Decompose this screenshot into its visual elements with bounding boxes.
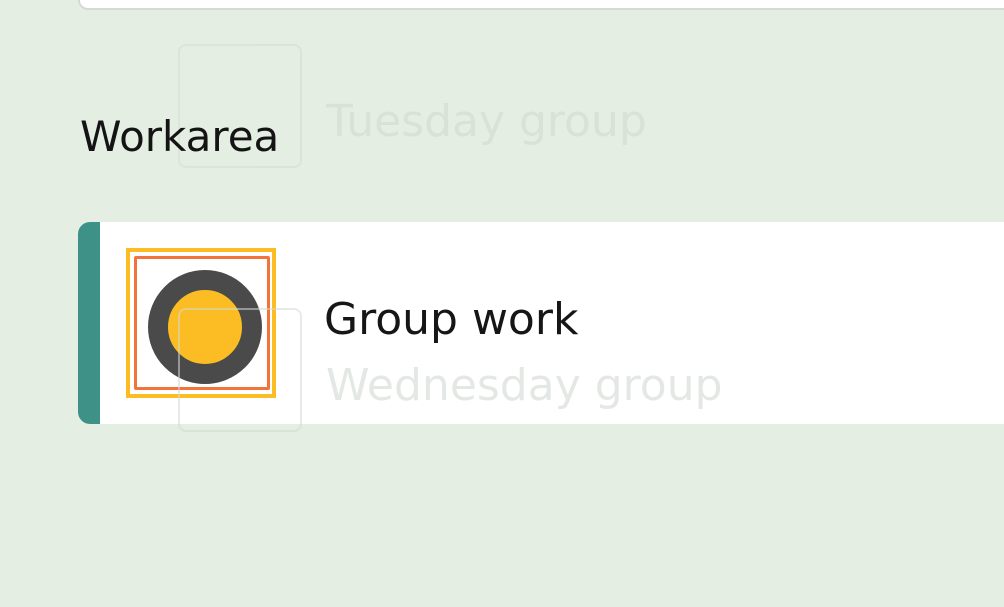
drag-ghost-wednesday-group: Wednesday group — [178, 308, 878, 434]
ghost-checkbox — [178, 308, 302, 432]
ghost-label: Tuesday group — [326, 96, 647, 147]
section-title: Workarea — [80, 112, 280, 161]
drag-ghost-tuesday-group: Tuesday group — [178, 44, 878, 170]
ghost-label: Wednesday group — [326, 360, 723, 411]
accent-bar — [78, 222, 100, 424]
top-card — [78, 0, 1004, 10]
